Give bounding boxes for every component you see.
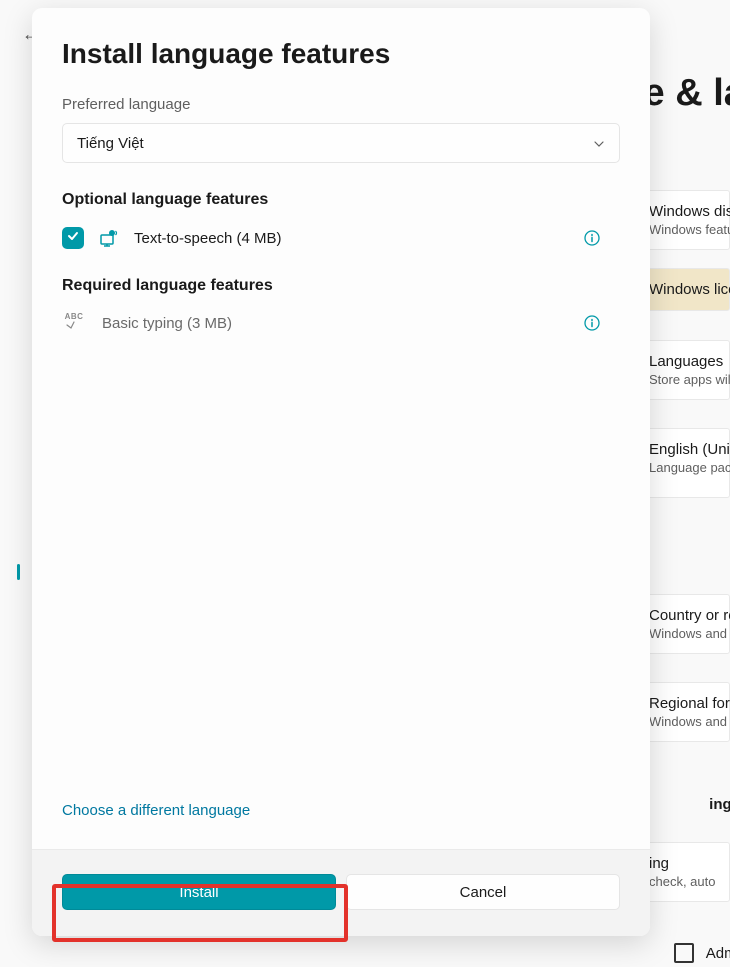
admin-icon (674, 943, 694, 963)
chevron-down-icon (593, 137, 605, 149)
bg-row-warning: Windows license (640, 268, 730, 311)
info-icon[interactable] (584, 230, 600, 246)
info-icon[interactable] (584, 315, 600, 331)
bg-section: ings (709, 796, 730, 813)
sidebar-active-marker (17, 564, 20, 580)
required-features-heading: Required language features (62, 277, 620, 295)
cancel-button[interactable]: Cancel (346, 874, 620, 910)
dialog-body: Install language features Preferred lang… (32, 8, 650, 849)
bg-row: Windows display Windows features (640, 190, 730, 250)
tts-label: Text-to-speech (4 MB) (134, 230, 620, 247)
basic-typing-label: Basic typing (3 MB) (102, 315, 620, 332)
check-icon (66, 229, 80, 248)
dialog-title: Install language features (62, 38, 620, 70)
bg-admin-row: Administrative (674, 943, 730, 963)
bg-row: Languages Store apps will (640, 340, 730, 400)
bg-row: Country or region Windows and ap (640, 594, 730, 654)
dialog-footer: Install Cancel (32, 849, 650, 936)
bg-row: ing check, auto (640, 842, 730, 902)
tts-icon (98, 227, 120, 249)
install-language-dialog: Install language features Preferred lang… (32, 8, 650, 936)
install-button[interactable]: Install (62, 874, 336, 910)
bg-row: English (United Language pack, t (640, 428, 730, 498)
tts-checkbox[interactable] (62, 227, 84, 249)
preferred-language-label: Preferred language (62, 96, 620, 113)
feature-tts-row: Text-to-speech (4 MB) (62, 227, 620, 249)
bg-row: Regional format Windows and so (640, 682, 730, 742)
language-selected-value: Tiếng Việt (77, 135, 144, 152)
feature-basic-typing-row: ABC Basic typing (3 MB) (62, 313, 620, 333)
language-dropdown[interactable]: Tiếng Việt (62, 123, 620, 163)
basic-typing-icon: ABC (62, 313, 86, 333)
optional-features-heading: Optional language features (62, 191, 620, 209)
choose-different-language-link[interactable]: Choose a different language (62, 802, 620, 819)
